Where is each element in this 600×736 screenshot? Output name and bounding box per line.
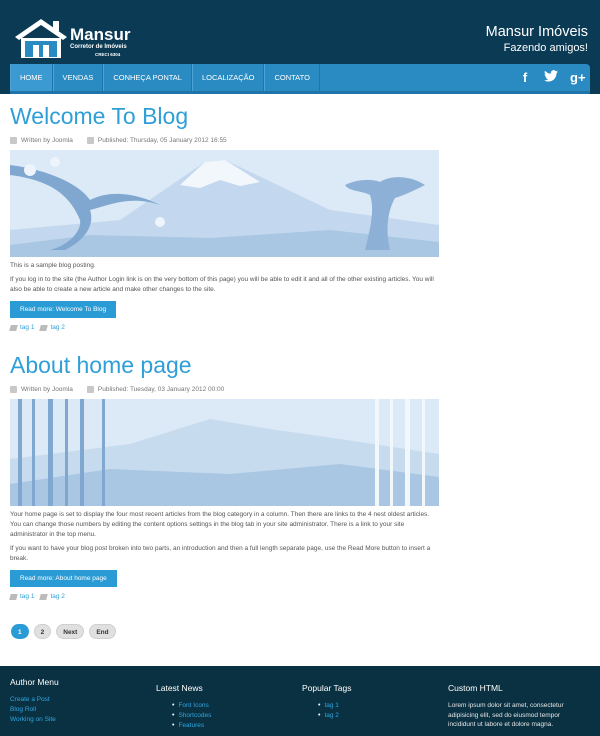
site-title: Mansur Imóveis [485,24,588,40]
article-tags: tag 1 tag 2 [9,593,440,600]
article-published: Published: Thursday, 05 January 2012 16:… [97,137,227,144]
article-paragraph: This is a sample blog posting. [10,262,96,269]
footer-custom-text: Lorem ipsum dolor sit amet, consectetur … [448,702,564,728]
main-navbar: HOME VENDAS CONHEÇA PONTAL LOCALIZAÇÃO C… [10,64,590,94]
next-page-button[interactable]: Next [56,624,85,639]
logo-subtitle: Corretor de Imóveis [70,44,127,50]
tag-link[interactable]: tag 2 [39,593,65,600]
calendar-icon [86,137,94,144]
facebook-icon[interactable]: f [518,70,532,86]
footer-link-features[interactable]: Features [172,721,211,731]
read-more-button[interactable]: Read more: Welcome To Blog [10,301,117,318]
article-title[interactable]: About home page [10,351,440,379]
article-published: Published: Tuesday, 03 January 2012 00:0… [97,386,225,393]
nav-item-vendas[interactable]: VENDAS [52,64,104,91]
footer-tag-link[interactable]: tag 1 [318,701,351,711]
article-author: Written by Joomla [21,137,73,144]
blog-article: About home page Written by Joomla Publis… [9,351,440,600]
site-footer: Author Menu Create a Post Blog Roll Work… [0,666,600,736]
tag-icon [9,593,18,600]
tag-icon [9,324,18,331]
footer-tag-link[interactable]: tag 2 [318,711,351,721]
tag-link[interactable]: tag 1 [9,593,34,600]
social-links: f g+ [518,70,586,86]
blog-article: Welcome To Blog Written by Joomla Publis… [9,102,440,331]
article-paragraph: If you want to have your blog post broke… [10,545,431,562]
user-icon [10,386,17,393]
footer-heading: Custom HTML [448,683,503,693]
footer-author-menu: Author Menu Create a Post Blog Roll Work… [10,677,59,725]
article-paragraph: If you log in to the site (the Author Lo… [10,276,434,293]
house-logo-icon [15,19,67,58]
page-1-button[interactable]: 1 [11,624,29,639]
nav-item-conheca-pontal[interactable]: CONHEÇA PONTAL [103,64,192,91]
user-icon [10,137,17,144]
logo-text: Mansur [70,25,131,44]
site-header: Mansur Corretor de Imóveis CRECI 6304 Ma… [0,0,600,94]
footer-link-blog-roll[interactable]: Blog Roll [10,705,59,715]
footer-heading: Popular Tags [302,683,352,693]
nav-item-localizacao[interactable]: LOCALIZAÇÃO [191,64,265,91]
calendar-icon [86,386,94,393]
mountain-landscape-image [10,150,439,257]
twitter-icon[interactable] [544,70,558,86]
tag-link[interactable]: tag 2 [39,324,65,331]
article-title[interactable]: Welcome To Blog [10,102,440,130]
footer-popular-tags: Popular Tags tag 1 tag 2 [302,683,351,721]
tag-icon [39,593,49,600]
end-page-button[interactable]: End [89,624,116,639]
footer-heading: Author Menu [10,677,59,687]
footer-link-create-post[interactable]: Create a Post [10,695,59,705]
footer-link-font-icons[interactable]: Font Icons [172,701,211,711]
footer-latest-news: Latest News Font Icons Shortcodes Featur… [156,683,211,731]
page-2-button[interactable]: 2 [33,624,52,639]
article-author: Written by Joomla [21,386,73,393]
bamboo-landscape-image [10,399,439,506]
footer-heading: Latest News [156,683,203,693]
article-meta: Written by Joomla Published: Thursday, 0… [10,136,440,145]
site-subtitle: Fazendo amigos! [503,42,588,54]
article-paragraph: Your home page is set to display the fou… [10,511,430,538]
nav-item-home[interactable]: HOME [10,64,53,91]
logo-creci: CRECI 6304 [95,52,121,57]
read-more-button[interactable]: Read more: About home page [10,570,117,587]
nav-item-contato[interactable]: CONTATO [264,64,320,91]
footer-link-working-on-site[interactable]: Working on Site [10,715,59,725]
footer-custom-html: Custom HTML Lorem ipsum dolor sit amet, … [448,683,588,730]
article-tags: tag 1 tag 2 [9,324,440,331]
tag-link[interactable]: tag 1 [9,324,34,331]
article-meta: Written by Joomla Published: Tuesday, 03… [10,385,440,394]
googleplus-icon[interactable]: g+ [570,70,586,86]
pagination: 1 2 Next End [11,624,116,639]
tag-icon [39,324,49,331]
footer-link-shortcodes[interactable]: Shortcodes [172,711,211,721]
site-logo[interactable]: Mansur Corretor de Imóveis CRECI 6304 [13,17,131,59]
